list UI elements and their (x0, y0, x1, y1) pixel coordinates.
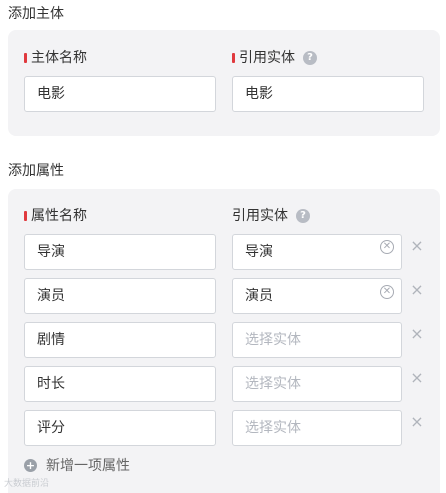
plus-icon: + (24, 458, 37, 472)
remove-row-icon[interactable]: × (410, 238, 424, 254)
subject-name-input[interactable]: 电影 (24, 76, 216, 112)
attribute-entity-select[interactable]: 导演 (232, 234, 402, 270)
attribute-entity-label-text: 引用实体 (232, 208, 288, 224)
add-attribute-button[interactable]: + 新增一项属性 (24, 455, 130, 475)
subject-name-label-text: 主体名称 (31, 50, 87, 66)
required-mark (232, 53, 235, 63)
attribute-entity-select[interactable]: 选择实体 (232, 366, 402, 402)
attribute-entity-label: 引用实体 ? (232, 206, 310, 226)
attribute-entity-select[interactable]: 选择实体 (232, 410, 402, 446)
add-attribute-label: 新增一项属性 (46, 458, 130, 474)
attribute-name-input[interactable]: 时长 (24, 366, 216, 402)
clear-icon[interactable]: ✕ (380, 240, 394, 254)
watermark-text: 大数据前沿 (4, 479, 50, 489)
attribute-name-label: 属性名称 (24, 206, 87, 226)
attribute-name-input[interactable]: 剧情 (24, 322, 216, 358)
help-icon[interactable]: ? (296, 209, 310, 223)
attribute-name-input[interactable]: 导演 (24, 234, 216, 270)
subject-entity-label: 引用实体 ? (232, 48, 317, 68)
attribute-name-label-text: 属性名称 (31, 208, 87, 224)
remove-row-icon[interactable]: × (410, 326, 424, 342)
subject-name-label: 主体名称 (24, 48, 87, 68)
required-mark (24, 211, 27, 221)
watermark: 大数据前沿 (4, 476, 49, 489)
remove-row-icon[interactable]: × (410, 414, 424, 430)
help-icon[interactable]: ? (303, 51, 317, 65)
remove-row-icon[interactable]: × (410, 282, 424, 298)
clear-icon[interactable]: ✕ (380, 285, 394, 299)
attribute-name-input[interactable]: 评分 (24, 410, 216, 446)
required-mark (24, 53, 27, 63)
subject-section-title: 添加主体 (8, 6, 64, 22)
subject-entity-select[interactable]: 电影 (232, 76, 424, 112)
remove-row-icon[interactable]: × (410, 370, 424, 386)
subject-entity-label-text: 引用实体 (239, 50, 295, 66)
attribute-section-title: 添加属性 (8, 163, 64, 179)
attribute-entity-select[interactable]: 演员 (232, 278, 402, 314)
attribute-entity-select[interactable]: 选择实体 (232, 322, 402, 358)
attribute-name-input[interactable]: 演员 (24, 278, 216, 314)
